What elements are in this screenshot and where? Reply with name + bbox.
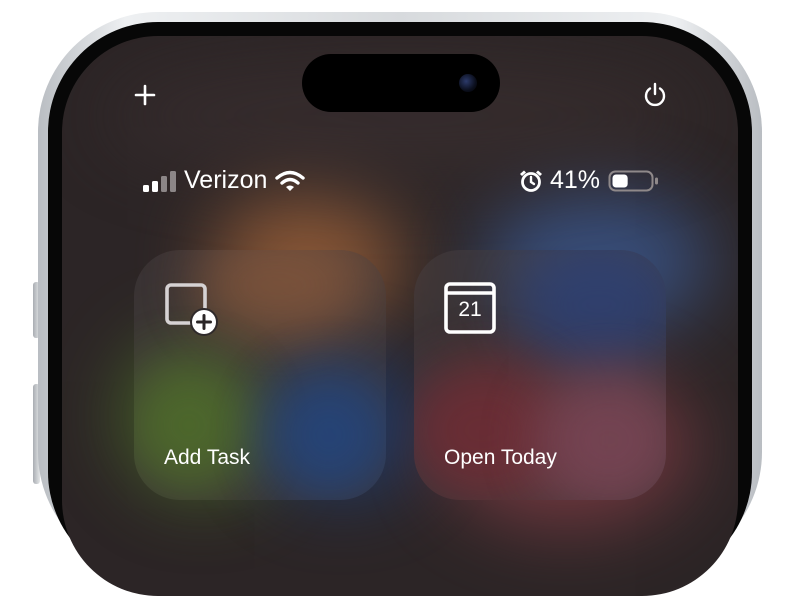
battery-icon <box>608 170 659 191</box>
open-today-control[interactable]: 21 Open Today <box>414 250 666 500</box>
alarm-icon <box>520 170 542 192</box>
add-control-button[interactable] <box>128 78 162 112</box>
power-button[interactable] <box>638 78 672 112</box>
dynamic-island <box>302 54 500 112</box>
add-task-icon <box>165 283 218 336</box>
tile-glow-navy <box>514 250 666 370</box>
calendar-icon: 21 <box>444 282 496 334</box>
calendar-date: 21 <box>458 298 482 321</box>
front-camera <box>459 74 477 92</box>
control-center-screen: Verizon 41% Add Task 21 Open Today <box>62 36 738 596</box>
add-task-label: Add Task <box>164 446 250 469</box>
tile-glow-green <box>134 360 254 490</box>
wifi-icon <box>275 170 306 191</box>
cellular-signal-icon <box>143 170 176 192</box>
status-right: 41% <box>518 166 660 195</box>
carrier-name: Verizon <box>184 166 268 194</box>
battery-percentage: 41% <box>550 166 601 194</box>
plus-icon <box>134 84 156 106</box>
tile-glow-pink <box>534 370 666 500</box>
add-task-control[interactable]: Add Task <box>134 250 386 500</box>
tile-glow-blue <box>264 370 386 500</box>
power-icon <box>644 82 666 107</box>
status-left: Verizon <box>142 166 306 195</box>
open-today-label: Open Today <box>444 446 557 469</box>
